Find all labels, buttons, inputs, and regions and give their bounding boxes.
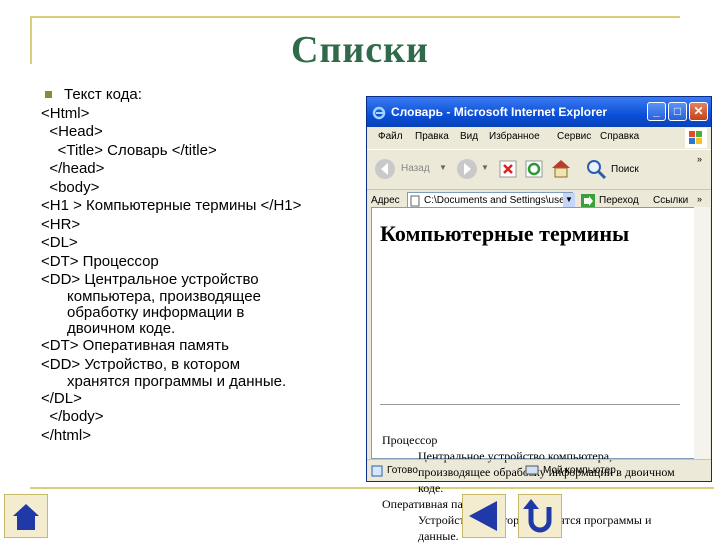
stop-icon[interactable] <box>498 159 518 179</box>
menu-item-tools[interactable]: Сервис <box>557 131 591 142</box>
code-line: </body> <box>41 408 104 425</box>
windows-logo-icon <box>685 128 707 148</box>
search-button[interactable]: Поиск <box>585 156 641 182</box>
vertical-scrollbar[interactable] <box>694 207 710 459</box>
go-arrow-icon[interactable] <box>581 194 595 208</box>
maximize-button[interactable]: □ <box>668 102 687 121</box>
code-line: <DD> Центральное устройство <box>41 271 259 288</box>
ie-menu-bar: Файл Правка Вид Избранное Сервис Справка <box>367 127 711 149</box>
ie-status-bar: Готово Мой компьютер <box>367 459 711 482</box>
definition-term: Процессор <box>382 433 438 447</box>
my-computer-icon <box>525 465 539 476</box>
back-button[interactable]: Назад <box>373 156 445 182</box>
code-line: </html> <box>41 426 92 444</box>
page-heading: Компьютерные термины <box>380 221 630 246</box>
menu-item-view[interactable]: Вид <box>460 131 478 142</box>
home-slide-button[interactable] <box>4 494 48 538</box>
search-label: Поиск <box>611 164 639 175</box>
slide-frame-left <box>30 16 32 64</box>
code-line: хранятся программы и данные. <box>67 372 287 390</box>
code-line: <HR> <box>41 215 81 233</box>
menu-item-file[interactable]: Файл <box>378 131 403 142</box>
back-arrow-icon <box>375 159 395 179</box>
address-dropdown-button[interactable]: ▼ <box>563 193 575 207</box>
code-line: <DL> <box>41 234 78 251</box>
html-code-listing: Текст кода: <Html> <Head> <Title> Словар… <box>41 86 361 445</box>
code-line: <H1 > Компьютерные термины </H1> <box>41 197 302 214</box>
ie-logo-icon <box>372 106 386 120</box>
links-label[interactable]: Ссылки <box>653 195 688 206</box>
address-value: C:\Documents and Settings\user\Рабочий с… <box>424 195 572 206</box>
go-button[interactable]: Переход <box>599 195 639 206</box>
code-line: <DT> Оперативная память <box>41 337 229 354</box>
previous-slide-button[interactable] <box>462 494 506 538</box>
home-icon <box>13 504 39 530</box>
status-text: Готово <box>387 465 418 476</box>
search-icon <box>587 160 607 180</box>
code-line: <DT> Процессор <box>41 252 159 270</box>
home-icon[interactable] <box>550 158 572 178</box>
page-done-icon <box>371 465 383 477</box>
code-line: обработку информации в <box>67 304 245 321</box>
triangle-left-icon <box>469 501 497 531</box>
return-arrow-icon <box>523 499 552 533</box>
slide-frame-top <box>30 16 680 18</box>
ie-browser-window: Словарь - Microsoft Internet Explorer _ … <box>366 96 712 543</box>
code-line: <body> <box>41 178 100 196</box>
code-line: Текст кода: <box>41 86 361 105</box>
code-line: </DL> <box>41 389 82 407</box>
return-slide-button[interactable] <box>518 494 562 538</box>
close-button[interactable]: ✕ <box>689 102 708 121</box>
code-line: <Head> <box>41 123 103 140</box>
menu-item-edit[interactable]: Правка <box>415 131 449 142</box>
menu-item-help[interactable]: Справка <box>600 131 639 142</box>
ie-toolbar: Назад ▼ ▼ Поиск » <box>367 149 711 188</box>
links-overflow-icon[interactable]: » <box>697 194 702 204</box>
back-label: Назад <box>401 163 430 174</box>
back-dropdown-icon[interactable]: ▼ <box>439 163 447 172</box>
code-line: двоичном коде. <box>67 320 176 337</box>
code-line: </head> <box>41 160 105 177</box>
ie-title-bar[interactable]: Словарь - Microsoft Internet Explorer _ … <box>367 97 711 127</box>
status-zone: Мой компьютер <box>543 465 616 476</box>
code-line: <Html> <box>41 104 90 122</box>
slide-title: Списки <box>291 29 429 71</box>
forward-dropdown-icon[interactable]: ▼ <box>481 163 489 172</box>
code-line: <Title> Словарь </title> <box>41 141 217 159</box>
minimize-button[interactable]: _ <box>647 102 666 121</box>
toolbar-overflow-icon[interactable]: » <box>697 154 702 164</box>
forward-arrow-icon[interactable] <box>455 157 479 181</box>
ie-window-title: Словарь - Microsoft Internet Explorer <box>391 105 608 119</box>
address-label: Адрес <box>371 195 400 206</box>
code-line: компьютера, производящее <box>67 288 261 305</box>
menu-item-favorites[interactable]: Избранное <box>489 131 540 142</box>
bullet-icon <box>45 90 52 98</box>
code-line: <DD> Устройство, в котором <box>41 355 241 373</box>
ie-page-content: Компьютерные термины Процессор Центральн… <box>371 207 695 543</box>
page-icon <box>410 195 420 207</box>
refresh-icon[interactable] <box>524 159 544 179</box>
horizontal-rule <box>380 404 680 405</box>
